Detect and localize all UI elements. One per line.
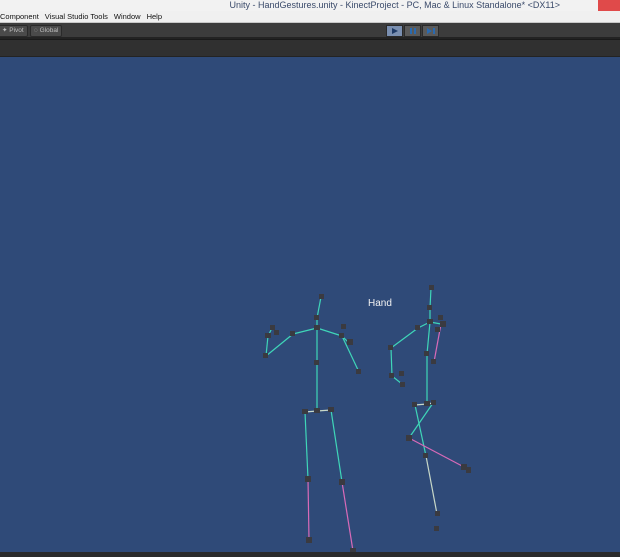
status-bar <box>0 552 620 557</box>
skeleton-left <box>265 296 360 552</box>
skeleton-left-joints <box>263 294 361 552</box>
hand-label: Hand <box>368 298 392 309</box>
skeleton-overlay <box>263 285 471 552</box>
